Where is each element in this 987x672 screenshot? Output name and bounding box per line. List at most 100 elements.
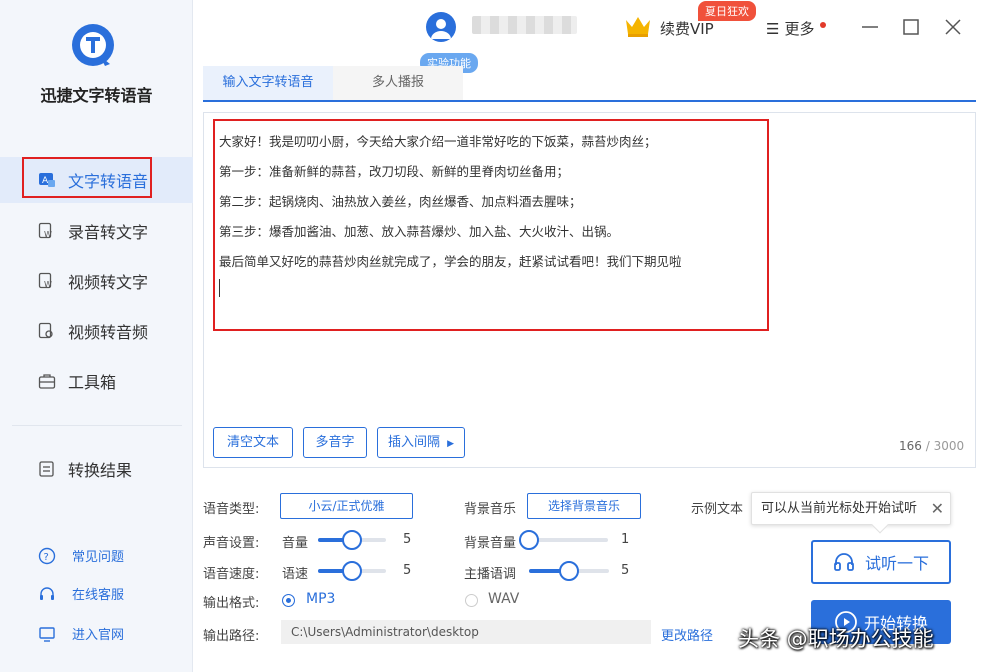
more-menu-button[interactable]: ☰ 更多 bbox=[766, 18, 827, 39]
example-text-label[interactable]: 示例文本 bbox=[691, 498, 743, 517]
audio-to-text-icon: W bbox=[38, 222, 56, 240]
more-label: 更多 bbox=[784, 20, 815, 38]
caret-right-icon: ▶ bbox=[447, 439, 455, 449]
char-count: 166 bbox=[899, 439, 922, 453]
output-format-label: 输出格式: bbox=[203, 596, 260, 611]
menu-icon: ☰ bbox=[766, 19, 780, 38]
toolbox-icon bbox=[38, 372, 56, 390]
tab-multi-broadcast[interactable]: 多人播报 bbox=[333, 66, 463, 100]
question-icon: ? bbox=[38, 547, 56, 565]
tooltip-text: 可以从当前光标处开始试听 bbox=[761, 501, 918, 516]
format-wav-label[interactable]: WAV bbox=[488, 591, 519, 607]
video-to-text-icon: W bbox=[38, 272, 56, 290]
format-wav-radio[interactable] bbox=[465, 594, 478, 607]
app-logo-icon bbox=[72, 24, 114, 66]
svg-text:?: ? bbox=[44, 552, 49, 563]
monitor-icon bbox=[38, 625, 56, 643]
pitch-label: 主播语调 bbox=[464, 567, 517, 582]
result-icon bbox=[38, 460, 56, 478]
tab-input-text[interactable]: 输入文字转语音 bbox=[203, 66, 333, 100]
listen-label: 试听一下 bbox=[864, 554, 929, 573]
polyphone-button[interactable]: 多音字 bbox=[303, 427, 367, 458]
bg-volume-slider-handle[interactable] bbox=[518, 530, 539, 550]
clear-text-button[interactable]: 清空文本 bbox=[213, 427, 293, 458]
sidebar-item-label: 视频转文字 bbox=[68, 273, 149, 292]
bg-volume-label: 背景音量 bbox=[464, 536, 517, 551]
sidebar-item-toolbox[interactable]: 工具箱 bbox=[0, 358, 193, 404]
headset-icon bbox=[38, 585, 56, 603]
minimize-icon[interactable] bbox=[859, 16, 881, 38]
headphones-icon bbox=[834, 553, 854, 571]
volume-slider[interactable] bbox=[318, 530, 386, 550]
sidebar-item-audio-to-text[interactable]: W 录音转文字 bbox=[0, 208, 193, 254]
volume-label: 音量 bbox=[282, 536, 309, 551]
sidebar-item-video-to-audio[interactable]: 视频转音频 bbox=[0, 308, 193, 354]
pitch-value: 5 bbox=[621, 563, 630, 578]
divider bbox=[12, 425, 182, 426]
listen-preview-button[interactable]: 试听一下 bbox=[811, 540, 951, 584]
speed-slider-handle[interactable] bbox=[342, 561, 362, 581]
speed-value: 5 bbox=[403, 563, 412, 578]
promo-badge: 夏日狂欢 bbox=[698, 1, 756, 21]
notification-dot bbox=[820, 21, 827, 28]
output-path-field[interactable]: C:\Users\Administrator\desktop bbox=[281, 620, 651, 644]
volume-slider-handle[interactable] bbox=[342, 530, 362, 550]
sidebar-item-label: 工具箱 bbox=[68, 373, 117, 392]
pitch-slider-handle[interactable] bbox=[559, 561, 579, 581]
sidebar-item-label: 视频转音频 bbox=[68, 323, 149, 342]
editor-line: 第三步：爆香加酱油、加葱、放入蒜苔爆炒、加入盐、大火收汁、出锅。 bbox=[219, 224, 620, 239]
text-caret bbox=[219, 279, 220, 297]
editor-line: 大家好！我是叨叨小厨，今天给大家介绍一道非常好吃的下饭菜，蒜苔炒肉丝； bbox=[219, 134, 657, 149]
faq-link[interactable]: ? 常见问题 bbox=[38, 546, 124, 565]
format-mp3-label[interactable]: MP3 bbox=[306, 591, 335, 607]
maximize-icon[interactable] bbox=[900, 16, 922, 38]
voice-type-label: 语音类型: bbox=[203, 502, 260, 517]
char-count-separator: / bbox=[925, 439, 930, 453]
highlight-annotation bbox=[22, 157, 152, 198]
bg-music-label: 背景音乐 bbox=[464, 502, 517, 517]
voice-type-select[interactable]: 小云/正式优雅 bbox=[280, 493, 413, 519]
insert-pause-button[interactable]: 插入间隔 ▶ bbox=[377, 427, 465, 458]
change-path-link[interactable]: 更改路径 bbox=[661, 625, 713, 644]
sound-settings-label: 声音设置: bbox=[203, 536, 260, 551]
app-name: 迅捷文字转语音 bbox=[40, 86, 153, 105]
editor-line: 最后简单又好吃的蒜苔炒肉丝就完成了，学会的朋友，赶紧试试看吧！我们下期见啦 bbox=[219, 254, 682, 269]
svg-text:W: W bbox=[44, 230, 52, 239]
website-link[interactable]: 进入官网 bbox=[38, 624, 124, 643]
sidebar-item-label: 录音转文字 bbox=[68, 223, 149, 242]
choose-bg-music-button[interactable]: 选择背景音乐 bbox=[527, 493, 641, 519]
sidebar-item-label: 转换结果 bbox=[68, 461, 133, 480]
svg-text:W: W bbox=[44, 280, 52, 289]
avatar[interactable] bbox=[426, 12, 456, 42]
faq-label: 常见问题 bbox=[72, 550, 125, 565]
bg-volume-value: 1 bbox=[621, 532, 630, 547]
website-label: 进入官网 bbox=[72, 628, 125, 643]
tooltip-arrow bbox=[871, 516, 889, 534]
watermark: 头条 @职场办公技能 bbox=[738, 627, 934, 651]
pitch-slider[interactable] bbox=[529, 561, 609, 581]
volume-value: 5 bbox=[403, 532, 412, 547]
tab-bar: 输入文字转语音 多人播报 bbox=[203, 66, 976, 102]
sidebar-item-video-to-text[interactable]: W 视频转文字 bbox=[0, 258, 193, 304]
close-window-icon[interactable] bbox=[942, 16, 964, 38]
online-support-label: 在线客服 bbox=[72, 588, 125, 603]
close-icon[interactable]: ✕ bbox=[931, 493, 944, 524]
username-blurred bbox=[472, 16, 577, 34]
editor-line: 第一步：准备新鲜的蒜苔，改刀切段、新鲜的里脊肉切丝备用； bbox=[219, 164, 570, 179]
speed-slider[interactable] bbox=[318, 561, 386, 581]
listen-tooltip: 可以从当前光标处开始试听 ✕ bbox=[751, 492, 951, 534]
insert-pause-label: 插入间隔 bbox=[387, 435, 440, 450]
renew-vip-button[interactable]: 续费VIP bbox=[660, 18, 714, 39]
video-to-audio-icon bbox=[38, 322, 56, 340]
char-max: 3000 bbox=[933, 439, 965, 453]
sidebar: 迅捷文字转语音 A 文字转语音 W 录音转文字 W 视频转文字 视频转音频 工具… bbox=[0, 0, 193, 672]
format-mp3-radio[interactable] bbox=[282, 594, 295, 607]
speed-label: 语速 bbox=[282, 567, 309, 582]
output-path-label: 输出路径: bbox=[203, 629, 260, 644]
online-support-link[interactable]: 在线客服 bbox=[38, 584, 124, 603]
bg-volume-slider[interactable] bbox=[518, 530, 608, 550]
editor-line: 第二步：起锅烧肉、油热放入姜丝，肉丝爆香、加点料酒去腥味； bbox=[219, 194, 582, 209]
sidebar-item-results[interactable]: 转换结果 bbox=[0, 446, 193, 492]
crown-icon bbox=[626, 17, 650, 37]
char-counter: 166 / 3000 bbox=[899, 439, 964, 453]
